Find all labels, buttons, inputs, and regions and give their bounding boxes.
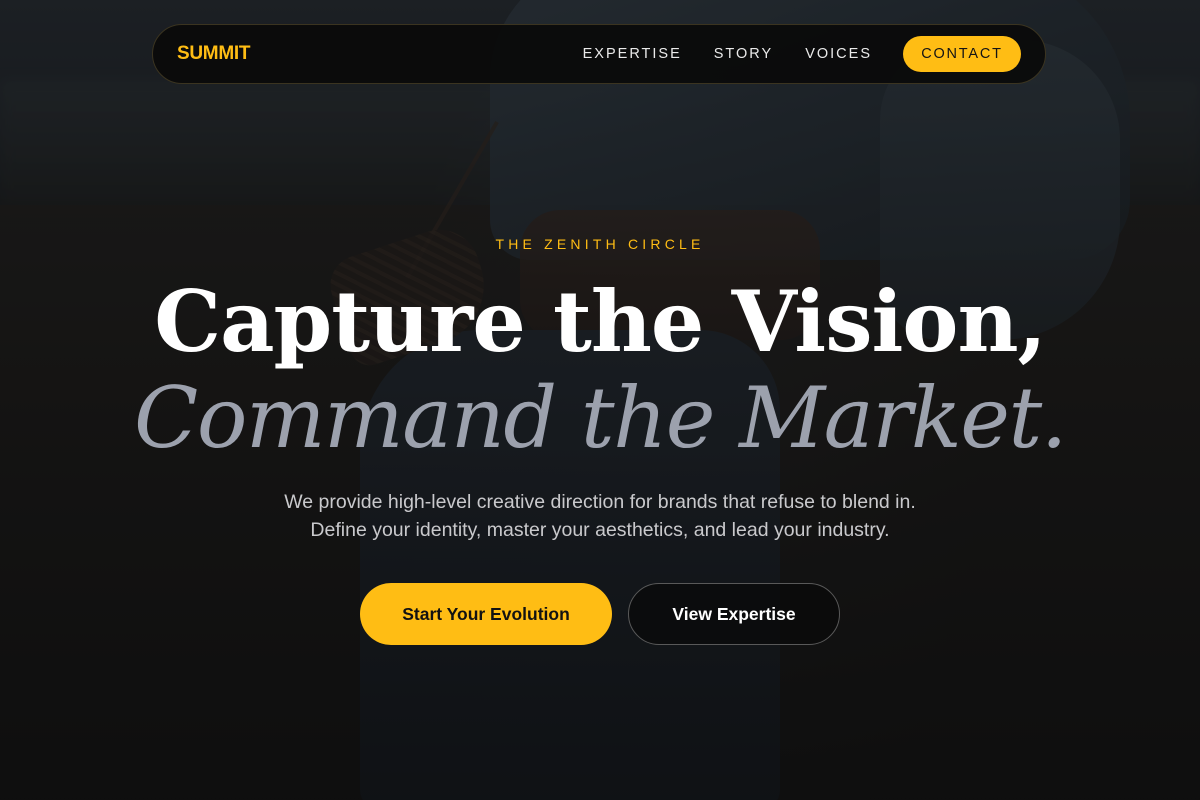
hero-section: SUMMIT EXPERTISE STORY VOICES CONTACT TH… [0,0,1200,800]
nav-link-story[interactable]: STORY [714,46,773,62]
start-evolution-button[interactable]: Start Your Evolution [360,583,612,645]
headline-line-1: Capture the Vision, [154,272,1047,371]
eyebrow-label: THE ZENITH CIRCLE [495,236,705,252]
logo[interactable]: SUMMIT [177,43,250,65]
view-expertise-button[interactable]: View Expertise [628,583,840,645]
nav-link-expertise[interactable]: EXPERTISE [583,46,682,62]
hero-subtitle: We provide high-level creative direction… [284,491,916,541]
nav-link-voices[interactable]: VOICES [805,46,872,62]
contact-button[interactable]: CONTACT [903,36,1021,72]
headline-line-2: Command the Market. [134,369,1067,467]
top-navigation: SUMMIT EXPERTISE STORY VOICES CONTACT [152,24,1046,84]
nav-links: EXPERTISE STORY VOICES CONTACT [583,36,1021,72]
